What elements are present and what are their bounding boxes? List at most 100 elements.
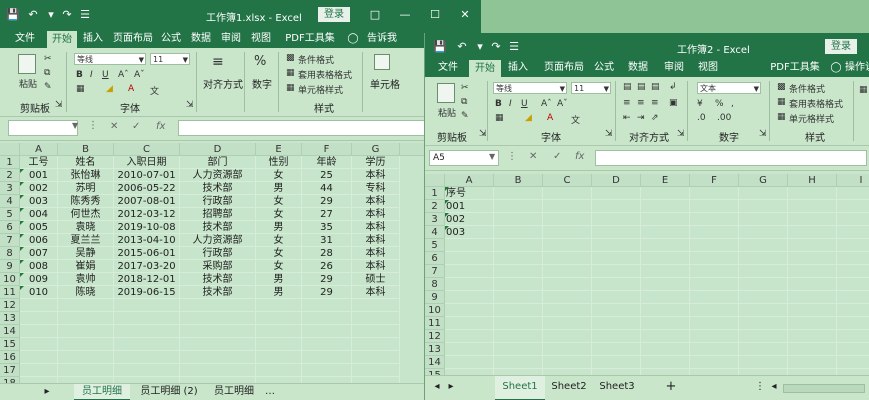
- table-cell[interactable]: [494, 304, 543, 317]
- bold-icon[interactable]: B: [495, 99, 502, 109]
- table-cell[interactable]: [788, 213, 837, 226]
- table-cell[interactable]: 2019-06-15: [114, 286, 180, 299]
- table-cell[interactable]: [592, 200, 641, 213]
- table-cell[interactable]: 26: [302, 260, 352, 273]
- table-cell[interactable]: [445, 304, 494, 317]
- table-cell[interactable]: 男: [256, 286, 302, 299]
- table-cell[interactable]: [543, 291, 592, 304]
- clipboard-launcher-icon[interactable]: ⇲: [479, 129, 487, 139]
- table-cell[interactable]: 本科: [352, 221, 400, 234]
- table-cell[interactable]: [592, 252, 641, 265]
- table-cell[interactable]: [690, 239, 739, 252]
- table-cell[interactable]: 2007-08-01: [114, 195, 180, 208]
- table-cell[interactable]: [641, 265, 690, 278]
- table-cell[interactable]: 008: [20, 260, 58, 273]
- font-launcher-icon[interactable]: ⇲: [186, 100, 194, 110]
- table-cell[interactable]: [837, 239, 869, 252]
- enter-icon[interactable]: ✓: [132, 121, 140, 132]
- table-cell[interactable]: [445, 252, 494, 265]
- table-cell[interactable]: [592, 265, 641, 278]
- save-icon[interactable]: 💾: [6, 7, 20, 21]
- table-cell[interactable]: 年龄: [302, 156, 352, 169]
- table-cell[interactable]: [256, 351, 302, 364]
- conditional-format-button[interactable]: 条件格式: [789, 82, 825, 95]
- table-cell[interactable]: [641, 291, 690, 304]
- table-cell[interactable]: 人力资源部: [180, 234, 256, 247]
- tell-me[interactable]: 告诉我: [362, 30, 402, 48]
- tab-file[interactable]: 文件: [10, 30, 40, 48]
- table-cell[interactable]: [739, 252, 788, 265]
- table-cell[interactable]: [20, 312, 58, 325]
- table-cell[interactable]: [641, 343, 690, 356]
- table-cell[interactable]: [494, 265, 543, 278]
- row-header[interactable]: 5: [0, 208, 20, 221]
- increase-decimal-icon[interactable]: .0: [697, 113, 706, 123]
- tab-review[interactable]: 审阅: [218, 30, 244, 48]
- paste-icon[interactable]: [437, 83, 455, 103]
- table-format-button[interactable]: 套用表格格式: [789, 97, 843, 110]
- table-cell[interactable]: [302, 364, 352, 377]
- table-cell[interactable]: [445, 356, 494, 369]
- table-cell[interactable]: 男: [256, 273, 302, 286]
- table-cell[interactable]: [690, 265, 739, 278]
- table-cell[interactable]: 2006-05-22: [114, 182, 180, 195]
- sheet-tab-2[interactable]: 员工明细 (2): [134, 384, 204, 400]
- table-cell[interactable]: [494, 213, 543, 226]
- table-cell[interactable]: [445, 343, 494, 356]
- table-cell[interactable]: [690, 226, 739, 239]
- table-cell[interactable]: [788, 187, 837, 200]
- clipboard-launcher-icon[interactable]: ⇲: [55, 100, 63, 110]
- tab-insert[interactable]: 插入: [80, 30, 106, 48]
- table-cell[interactable]: [690, 200, 739, 213]
- fill-color-icon[interactable]: ◢: [106, 84, 113, 94]
- table-cell[interactable]: 004: [20, 208, 58, 221]
- table-cell[interactable]: 女: [256, 260, 302, 273]
- table-cell[interactable]: [837, 330, 869, 343]
- table-cell[interactable]: [690, 291, 739, 304]
- table-cell[interactable]: 女: [256, 195, 302, 208]
- table-cell[interactable]: 行政部: [180, 195, 256, 208]
- column-header[interactable]: B: [58, 143, 114, 156]
- table-cell[interactable]: 35: [302, 221, 352, 234]
- redo-icon[interactable]: ↷: [489, 39, 503, 53]
- table-cell[interactable]: 技术部: [180, 286, 256, 299]
- table-cell[interactable]: 006: [20, 234, 58, 247]
- borders-icon[interactable]: ▦: [495, 113, 504, 123]
- table-cell[interactable]: 男: [256, 182, 302, 195]
- table-cell[interactable]: 001: [20, 169, 58, 182]
- italic-icon[interactable]: I: [509, 99, 512, 109]
- table-cell[interactable]: [690, 330, 739, 343]
- table-cell[interactable]: 29: [302, 273, 352, 286]
- scroll-tabs-right-icon[interactable]: ▸: [445, 376, 457, 400]
- redo-icon[interactable]: ↷: [60, 7, 74, 21]
- table-cell[interactable]: [690, 252, 739, 265]
- fill-color-icon[interactable]: ◢: [525, 113, 532, 123]
- cut-icon[interactable]: ✂: [461, 83, 469, 93]
- login-button[interactable]: 登录: [825, 39, 857, 54]
- table-cell[interactable]: [837, 200, 869, 213]
- table-cell[interactable]: [256, 364, 302, 377]
- table-cell[interactable]: 学历: [352, 156, 400, 169]
- table-cell[interactable]: [114, 299, 180, 312]
- paste-icon[interactable]: [18, 54, 36, 74]
- row-header[interactable]: 11: [0, 286, 20, 299]
- table-cell[interactable]: [445, 291, 494, 304]
- align-bottom-icon[interactable]: ▤: [651, 82, 660, 92]
- table-cell[interactable]: [256, 312, 302, 325]
- table-cell[interactable]: 2013-04-10: [114, 234, 180, 247]
- row-header[interactable]: 4: [0, 195, 20, 208]
- underline-icon[interactable]: U: [102, 70, 109, 80]
- table-cell[interactable]: 何世杰: [58, 208, 114, 221]
- table-cell[interactable]: [592, 356, 641, 369]
- table-cell[interactable]: [739, 265, 788, 278]
- table-cell[interactable]: 陈晓: [58, 286, 114, 299]
- save-icon[interactable]: 💾: [433, 39, 447, 53]
- table-cell[interactable]: [543, 278, 592, 291]
- table-cell[interactable]: 本科: [352, 234, 400, 247]
- cell-style-button[interactable]: 单元格样式: [298, 83, 343, 96]
- table-cell[interactable]: [837, 213, 869, 226]
- table-cell[interactable]: [58, 312, 114, 325]
- table-cell[interactable]: [543, 317, 592, 330]
- table-cell[interactable]: [180, 351, 256, 364]
- table-cell[interactable]: [788, 317, 837, 330]
